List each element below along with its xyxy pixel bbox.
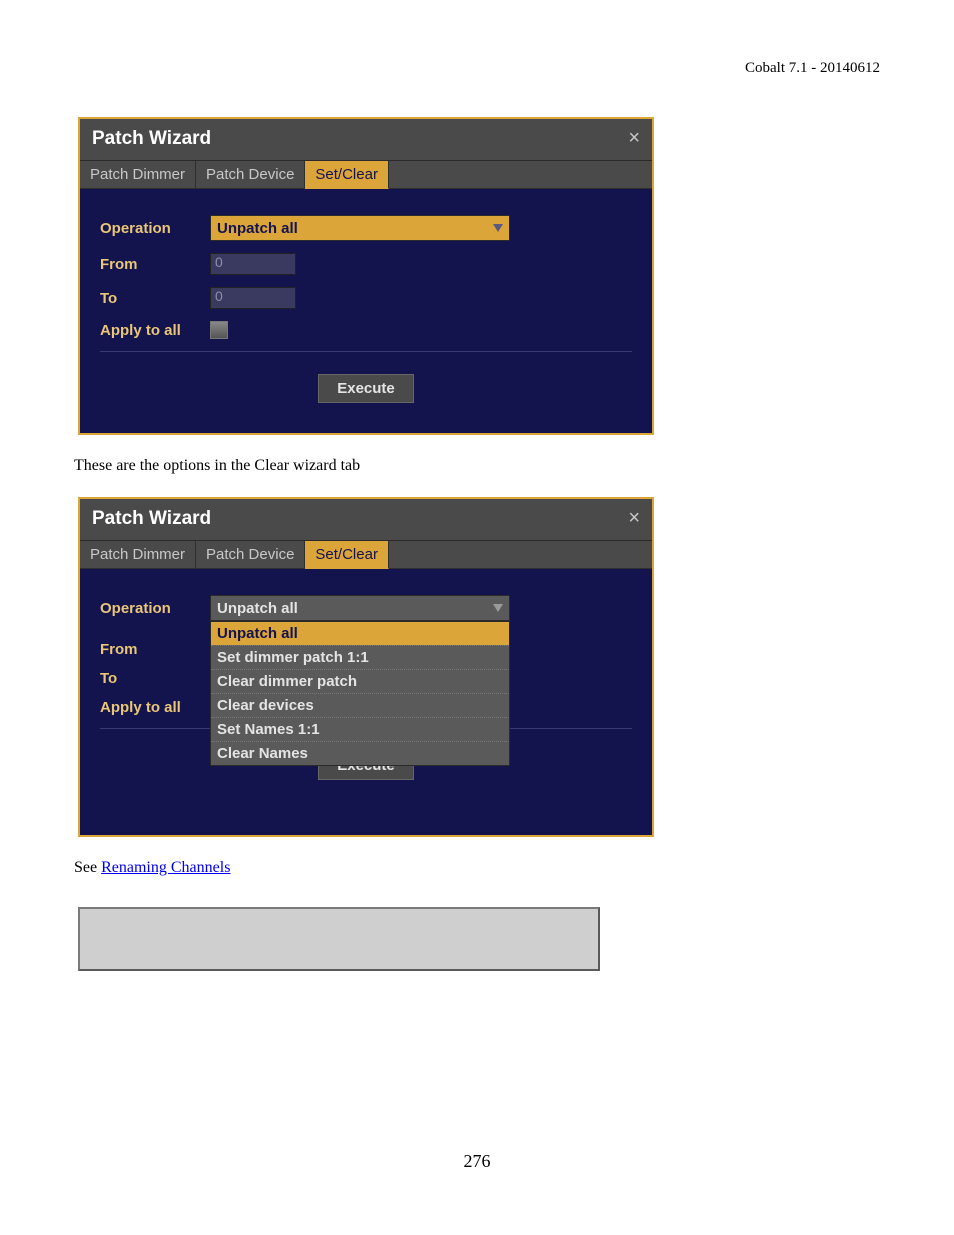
close-icon[interactable]: × bbox=[628, 507, 640, 530]
operation-dropdown[interactable]: Unpatch all bbox=[210, 215, 510, 241]
tab-patch-dimmer[interactable]: Patch Dimmer bbox=[80, 541, 196, 569]
apply-to-all-checkbox[interactable] bbox=[210, 321, 228, 339]
label-from: From bbox=[100, 641, 210, 658]
tab-patch-device[interactable]: Patch Device bbox=[196, 161, 305, 189]
window-title: Patch Wizard bbox=[92, 128, 211, 150]
option-set-dimmer-patch[interactable]: Set dimmer patch 1:1 bbox=[211, 645, 509, 669]
label-from: From bbox=[100, 256, 210, 273]
from-input[interactable]: 0 bbox=[210, 253, 296, 275]
see-also: See Renaming Channels bbox=[74, 859, 880, 877]
operation-value: Unpatch all bbox=[217, 220, 298, 237]
operation-value: Unpatch all bbox=[217, 600, 298, 617]
tab-strip-filler bbox=[389, 161, 652, 189]
label-operation: Operation bbox=[100, 600, 210, 617]
option-clear-names[interactable]: Clear Names bbox=[211, 741, 509, 765]
close-icon[interactable]: × bbox=[628, 127, 640, 150]
patch-wizard-window-2: Patch Wizard × Patch Dimmer Patch Device… bbox=[78, 497, 654, 837]
see-prefix: See bbox=[74, 859, 101, 876]
page-number: 276 bbox=[74, 1151, 880, 1172]
option-clear-dimmer-patch[interactable]: Clear dimmer patch bbox=[211, 669, 509, 693]
tab-strip: Patch Dimmer Patch Device Set/Clear bbox=[80, 541, 652, 569]
link-renaming-channels[interactable]: Renaming Channels bbox=[101, 859, 230, 876]
window-title: Patch Wizard bbox=[92, 508, 211, 530]
label-to: To bbox=[100, 290, 210, 307]
chevron-down-icon bbox=[493, 604, 503, 612]
tab-set-clear[interactable]: Set/Clear bbox=[305, 541, 389, 569]
tab-strip-filler bbox=[389, 541, 652, 569]
tab-strip: Patch Dimmer Patch Device Set/Clear bbox=[80, 161, 652, 189]
wizard-body: Operation Unpatch all Unpatch all Set di… bbox=[80, 569, 652, 835]
execute-button[interactable]: Execute bbox=[318, 374, 414, 403]
label-apply-to-all: Apply to all bbox=[100, 322, 210, 339]
option-set-names[interactable]: Set Names 1:1 bbox=[211, 717, 509, 741]
wizard-body: Operation Unpatch all From 0 To 0 Apply … bbox=[80, 189, 652, 433]
option-clear-devices[interactable]: Clear devices bbox=[211, 693, 509, 717]
placeholder-box bbox=[78, 907, 600, 971]
label-operation: Operation bbox=[100, 220, 210, 237]
dropdown-list: Unpatch all Set dimmer patch 1:1 Clear d… bbox=[210, 621, 510, 766]
label-to: To bbox=[100, 670, 210, 687]
titlebar: Patch Wizard × bbox=[80, 119, 652, 161]
label-apply-to-all: Apply to all bbox=[100, 699, 210, 716]
caption-clear-wizard: These are the options in the Clear wizar… bbox=[74, 457, 880, 475]
tab-patch-device[interactable]: Patch Device bbox=[196, 541, 305, 569]
tab-patch-dimmer[interactable]: Patch Dimmer bbox=[80, 161, 196, 189]
option-unpatch-all[interactable]: Unpatch all bbox=[211, 622, 509, 645]
tab-set-clear[interactable]: Set/Clear bbox=[305, 161, 389, 189]
operation-dropdown-open[interactable]: Unpatch all Unpatch all Set dimmer patch… bbox=[210, 595, 510, 621]
header-version: Cobalt 7.1 - 20140612 bbox=[74, 60, 880, 77]
patch-wizard-window-1: Patch Wizard × Patch Dimmer Patch Device… bbox=[78, 117, 654, 435]
titlebar: Patch Wizard × bbox=[80, 499, 652, 541]
to-input[interactable]: 0 bbox=[210, 287, 296, 309]
separator bbox=[100, 351, 632, 352]
chevron-down-icon bbox=[493, 224, 503, 232]
